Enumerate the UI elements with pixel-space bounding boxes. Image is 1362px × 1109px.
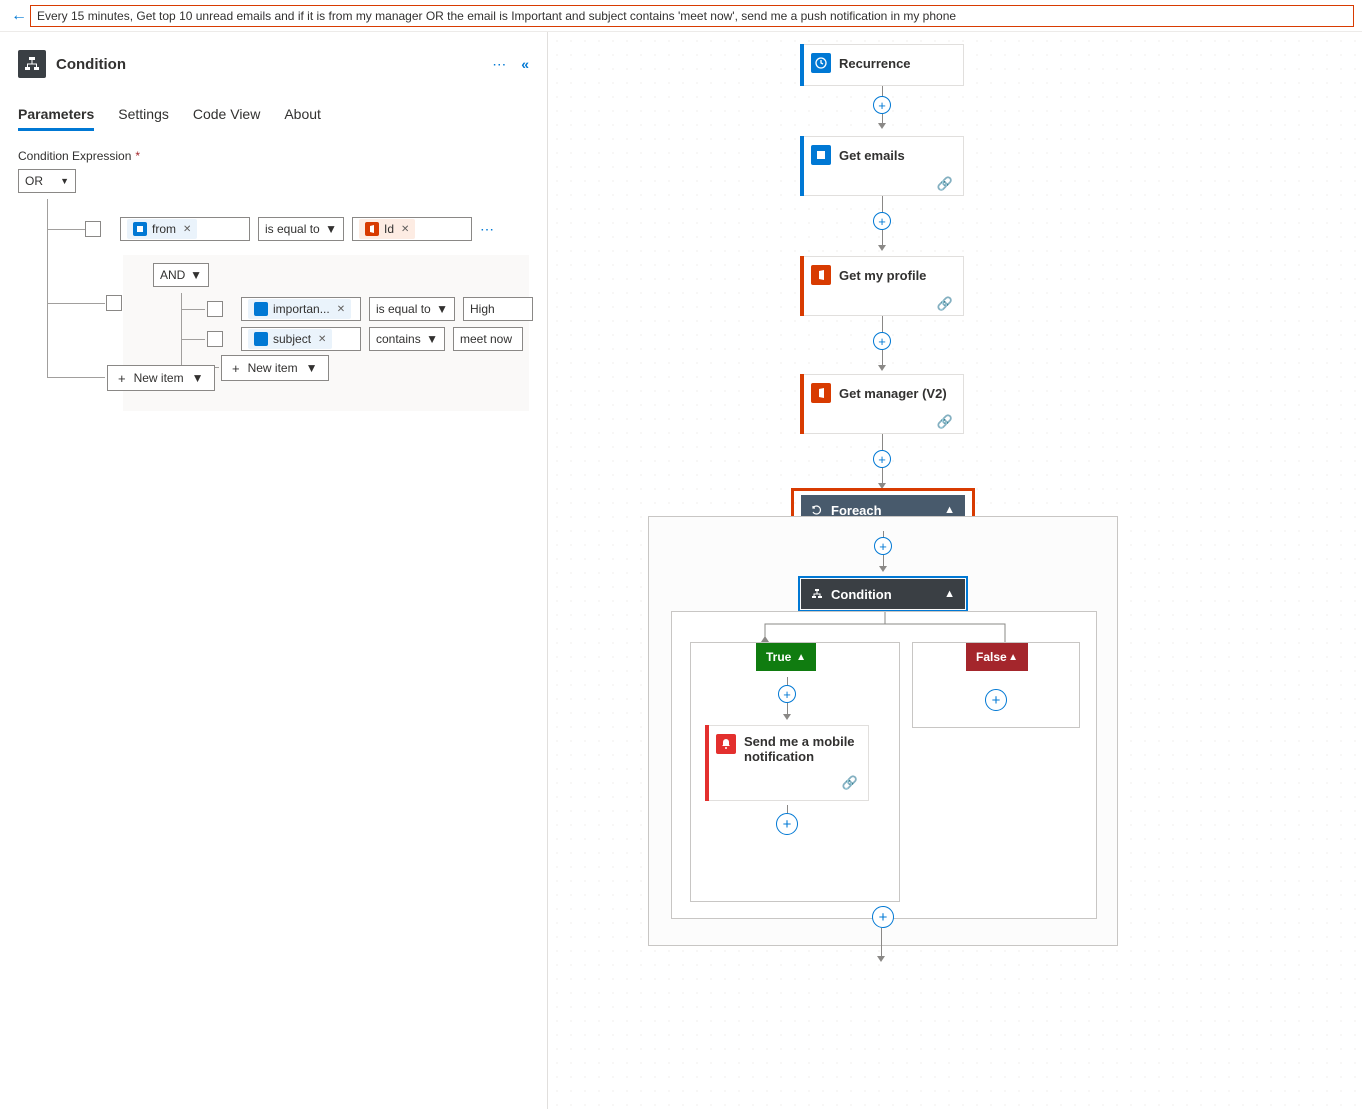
insert-step-button[interactable]: +: [873, 212, 891, 230]
insert-step-button[interactable]: +: [873, 332, 891, 350]
link-icon[interactable]: 🔗: [937, 176, 953, 192]
tab-code-view[interactable]: Code View: [193, 100, 260, 131]
remove-token-icon[interactable]: ✕: [337, 304, 345, 315]
condition-body: True ▲ + Se: [671, 611, 1097, 919]
insert-step-button[interactable]: +: [873, 450, 891, 468]
node-get-manager[interactable]: Get manager (V2) 🔗: [800, 374, 964, 434]
clock-icon: [811, 53, 831, 73]
node-get-my-profile[interactable]: Get my profile 🔗: [800, 256, 964, 316]
node-recurrence[interactable]: Recurrence: [800, 44, 964, 86]
bell-icon: [716, 734, 736, 754]
chevron-up-icon[interactable]: ▲: [944, 504, 955, 516]
chevron-down-icon: ▼: [325, 222, 337, 236]
flow-description-box[interactable]: Every 15 minutes, Get top 10 unread emai…: [30, 5, 1354, 27]
operand-right[interactable]: Id✕: [352, 217, 472, 241]
link-icon[interactable]: 🔗: [937, 414, 953, 430]
chevron-up-icon[interactable]: ▲: [796, 652, 806, 663]
panel-tabs: Parameters Settings Code View About: [18, 100, 529, 131]
chevron-down-icon: ▼: [306, 361, 318, 375]
condition-icon: [811, 588, 823, 600]
value-input[interactable]: High: [463, 297, 533, 321]
remove-token-icon[interactable]: ✕: [401, 224, 409, 235]
operator-select[interactable]: contains▼: [369, 327, 445, 351]
office-icon: [365, 222, 379, 236]
link-icon[interactable]: 🔗: [937, 296, 953, 312]
insert-step-button[interactable]: +: [985, 689, 1007, 711]
branch-false: False ▲ +: [912, 642, 1080, 728]
tab-parameters[interactable]: Parameters: [18, 100, 94, 131]
plus-icon: +: [118, 371, 126, 386]
row-checkbox[interactable]: [106, 295, 122, 311]
plus-icon: +: [232, 361, 240, 376]
operand-left[interactable]: subject✕: [241, 327, 361, 351]
panel-more-icon[interactable]: ⋯: [492, 56, 507, 73]
panel-collapse-icon[interactable]: «: [521, 56, 529, 72]
chevron-up-icon[interactable]: ▲: [1008, 652, 1018, 663]
branch-false-header[interactable]: False ▲: [966, 643, 1028, 671]
node-get-emails[interactable]: Get emails 🔗: [800, 136, 964, 196]
panel-title: Condition: [56, 56, 126, 73]
tab-settings[interactable]: Settings: [118, 100, 169, 131]
value-input[interactable]: meet now: [453, 327, 523, 351]
row-checkbox[interactable]: [207, 331, 223, 347]
and-operator-select[interactable]: AND▼: [153, 263, 209, 287]
chevron-down-icon: ▼: [190, 268, 202, 282]
new-item-button[interactable]: + New item ▼: [107, 365, 215, 391]
chevron-down-icon: ▼: [436, 302, 448, 316]
insert-step-button[interactable]: +: [874, 537, 892, 555]
operator-select[interactable]: is equal to▼: [258, 217, 344, 241]
branch-true-header[interactable]: True ▲: [756, 643, 816, 671]
insert-step-button[interactable]: +: [872, 906, 894, 928]
operand-left[interactable]: from✕: [120, 217, 250, 241]
foreach-body: + Condition ▲: [648, 516, 1118, 946]
node-condition-header[interactable]: Condition ▲: [801, 579, 965, 609]
outlook-icon: [254, 332, 268, 346]
flow-description-text: Every 15 minutes, Get top 10 unread emai…: [37, 9, 956, 23]
insert-step-button[interactable]: +: [776, 813, 798, 835]
node-mobile-notification[interactable]: Send me a mobile notification 🔗: [705, 725, 869, 801]
new-item-button[interactable]: + New item ▼: [221, 355, 329, 381]
outlook-icon: [133, 222, 147, 236]
condition-expression-label: Condition Expression *: [18, 149, 529, 163]
office-icon: [811, 383, 831, 403]
row-checkbox[interactable]: [85, 221, 101, 237]
condition-icon: [18, 50, 46, 78]
chevron-down-icon: ▼: [426, 332, 438, 346]
operator-select[interactable]: is equal to▼: [369, 297, 455, 321]
root-operator-select[interactable]: OR ▼: [18, 169, 76, 193]
insert-step-button[interactable]: +: [778, 685, 796, 703]
designer-canvas[interactable]: Recurrence + Get emails 🔗 + Get my profi…: [548, 32, 1362, 1109]
outlook-icon: [254, 302, 268, 316]
chevron-down-icon: ▼: [60, 176, 69, 186]
link-icon[interactable]: 🔗: [842, 775, 858, 791]
loop-icon: [811, 504, 823, 516]
chevron-up-icon[interactable]: ▲: [944, 588, 955, 600]
remove-token-icon[interactable]: ✕: [183, 224, 191, 235]
chevron-down-icon: ▼: [192, 371, 204, 385]
branch-true: True ▲ + Se: [690, 642, 900, 902]
condition-panel: Condition ⋯ « Parameters Settings Code V…: [0, 32, 548, 1109]
insert-step-button[interactable]: +: [873, 96, 891, 114]
row-checkbox[interactable]: [207, 301, 223, 317]
outlook-icon: [811, 145, 831, 165]
back-arrow-icon[interactable]: ←: [8, 7, 30, 25]
operand-left[interactable]: importan...✕: [241, 297, 361, 321]
row-more-icon[interactable]: ⋯: [480, 221, 495, 238]
required-star: *: [135, 149, 140, 163]
remove-token-icon[interactable]: ✕: [318, 334, 326, 345]
office-icon: [811, 265, 831, 285]
tab-about[interactable]: About: [284, 100, 321, 131]
